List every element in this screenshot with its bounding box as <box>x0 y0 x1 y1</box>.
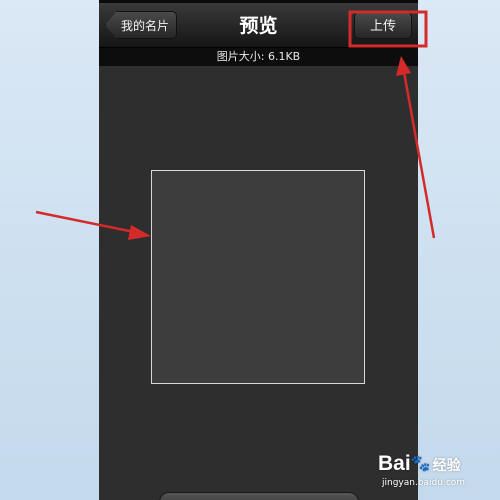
phone-screen: 我的名片 预览 上传 图片大小: 6.1KB <box>99 0 418 500</box>
upload-button[interactable]: 上传 <box>354 12 412 39</box>
watermark-brand: Bai <box>378 452 411 475</box>
image-size-label: 图片大小: 6.1KB <box>99 48 418 66</box>
image-preview <box>151 170 365 384</box>
watermark-jingyan: 经验 <box>432 457 461 473</box>
watermark-url: jingyan.baidu.com <box>382 478 466 488</box>
paw-icon: 🐾 <box>410 455 431 473</box>
baidu-jingyan-watermark: Bai🐾 经验 jingyan.baidu.com <box>378 452 496 498</box>
bottom-action-button[interactable] <box>159 492 359 500</box>
navigation-bar: 我的名片 预览 上传 <box>99 3 418 48</box>
